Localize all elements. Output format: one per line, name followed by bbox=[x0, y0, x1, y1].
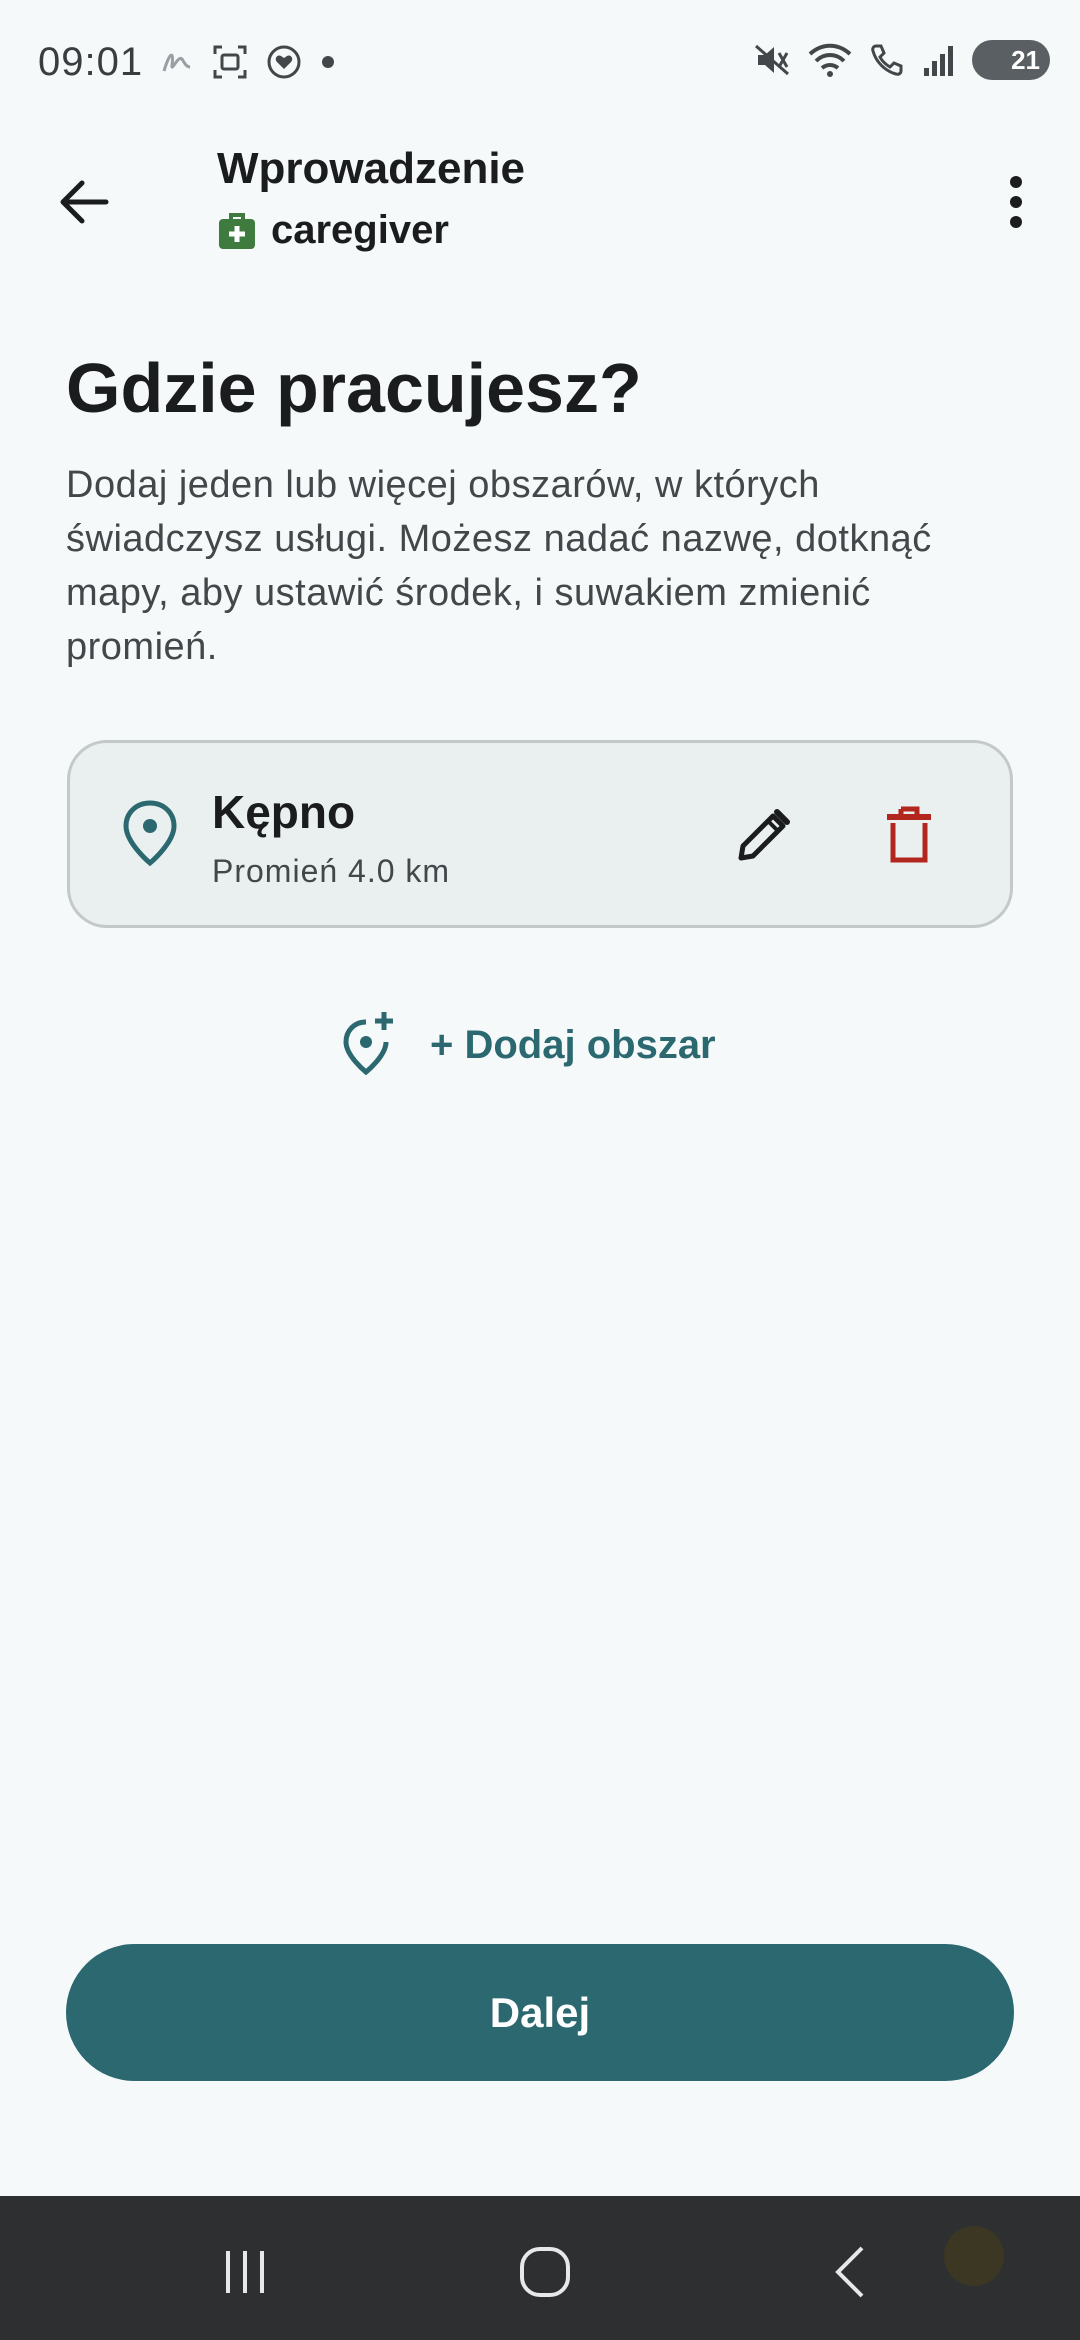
area-radius: Promień 4.0 km bbox=[212, 853, 451, 889]
add-area-label: + Dodaj obszar bbox=[430, 1022, 716, 1067]
page-heading: Gdzie pracujesz? bbox=[66, 349, 642, 427]
status-bar: 09:01 21 bbox=[0, 0, 1080, 130]
wifi-icon bbox=[808, 43, 852, 77]
edit-area-button[interactable] bbox=[720, 791, 808, 879]
app-bar-title: Wprowadzenie bbox=[217, 144, 526, 193]
role-row: caregiver bbox=[217, 208, 449, 253]
health-heart-icon bbox=[267, 45, 301, 79]
home-icon bbox=[520, 2247, 570, 2297]
status-left-icons bbox=[160, 44, 336, 80]
cellular-signal-icon bbox=[924, 46, 953, 76]
system-navigation-bar bbox=[0, 2196, 1080, 2340]
next-button-label: Dalej bbox=[489, 1988, 591, 2036]
location-pin-icon bbox=[123, 800, 177, 867]
wifi-calling-icon bbox=[871, 44, 903, 76]
status-right-icons: 21 bbox=[752, 40, 1050, 80]
arrow-back-icon bbox=[60, 180, 109, 224]
area-card[interactable]: Kępno Promień 4.0 km bbox=[67, 740, 1013, 928]
medical-kit-icon bbox=[219, 212, 255, 249]
app-bar: Wprowadzenie caregiver bbox=[0, 130, 1080, 270]
signature-app-icon bbox=[162, 53, 191, 72]
screenshot-icon bbox=[213, 45, 247, 79]
add-location-icon bbox=[343, 1012, 393, 1076]
onboarding-screen: 09:01 21 Wprowadzenie caregiver Gdzie pr… bbox=[0, 0, 1080, 2340]
system-back-button[interactable] bbox=[810, 2232, 890, 2312]
battery-level: 21 bbox=[1011, 44, 1040, 75]
battery-indicator: 21 bbox=[972, 40, 1050, 80]
home-button[interactable] bbox=[505, 2232, 585, 2312]
mute-icon bbox=[755, 44, 789, 76]
role-label: caregiver bbox=[271, 208, 449, 252]
add-area-button[interactable]: + Dodaj obszar bbox=[340, 1010, 716, 1080]
page-description: Dodaj jeden lub więcej obszarów, w który… bbox=[66, 464, 932, 668]
recent-apps-button[interactable] bbox=[205, 2232, 285, 2312]
notification-dot-icon bbox=[322, 56, 334, 68]
recent-apps-icon bbox=[226, 2251, 264, 2293]
delete-area-button[interactable] bbox=[865, 791, 953, 879]
status-time: 09:01 bbox=[38, 40, 144, 84]
more-options-button[interactable] bbox=[972, 158, 1060, 246]
delete-trash-icon bbox=[887, 806, 931, 863]
chevron-back-icon bbox=[835, 2246, 864, 2298]
back-button[interactable] bbox=[40, 158, 128, 246]
area-name: Kępno bbox=[212, 786, 356, 838]
next-button[interactable]: Dalej bbox=[66, 1944, 1014, 2081]
accessibility-overlay-icon[interactable] bbox=[944, 2226, 1004, 2286]
edit-pencil-icon bbox=[738, 809, 790, 861]
more-vert-icon bbox=[1010, 176, 1022, 228]
